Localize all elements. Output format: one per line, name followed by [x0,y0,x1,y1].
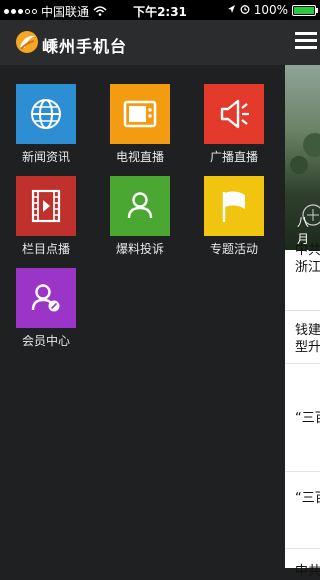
menu-label-vod: 栏目点播 [21,242,70,256]
news-item[interactable]: 钱建 型升 [295,322,320,356]
menu-item-report[interactable] [110,176,170,236]
globe-icon [16,84,76,144]
hamburger-menu-icon[interactable] [295,32,317,50]
menu-label-events: 专题活动 [209,242,258,256]
news-title-line: “三百 [295,411,320,426]
film-icon [16,176,76,236]
divider [285,363,320,364]
tv-icon [110,84,170,144]
app-header: 嵊州手机台 [0,20,285,65]
main-topbar [285,20,320,65]
battery-icon [292,4,318,16]
divider [285,471,320,472]
menu-label-member: 会员中心 [21,334,70,348]
menu-label-radio-live: 广播直播 [209,150,258,164]
news-item[interactable]: 中共 浙江 [295,242,320,276]
member-icon [16,268,76,328]
app-title: 嵊州手机台 [42,37,128,56]
alarm-icon [240,3,250,17]
news-title-line: 型升 [295,340,320,355]
app-logo-icon [16,31,38,53]
menu-item-vod[interactable] [16,176,76,236]
status-right: 100% [227,3,318,17]
news-item[interactable]: 中共 [295,563,320,580]
menu-item-news[interactable] [16,84,76,144]
divider [285,548,320,549]
divider [285,310,320,311]
location-arrow-icon [227,3,236,17]
speaker-icon [204,84,264,144]
menu-item-tv-live[interactable] [110,84,170,144]
menu-item-events[interactable] [204,176,264,236]
side-menu: 嵊州手机台 新闻资讯 电视直播 广播直播 栏目点播 爆料投诉 专题活动 会员中心 [0,20,285,568]
person-icon [110,176,170,236]
menu-item-radio-live[interactable] [204,84,264,144]
status-bar: 中国联通 下午2:31 100% [0,0,320,20]
menu-item-member[interactable] [16,268,76,328]
menu-label-news: 新闻资讯 [21,150,70,164]
news-title-line: 中共 [295,564,320,579]
news-title-line: “三百 [295,491,320,506]
news-item[interactable]: “三百 [295,490,320,507]
menu-label-report: 爆料投诉 [115,242,164,256]
menu-label-tv-live: 电视直播 [115,150,164,164]
news-title-line: 中共 [295,243,320,258]
news-item[interactable]: “三百 [295,410,320,427]
news-title-line: 钱建 [295,323,320,338]
news-title-line: 浙江 [295,260,320,275]
main-content-panel[interactable]: 八月 中共 浙江 钱建 型升 “三百 “三百 中共 [285,20,320,579]
battery-label: 100% [253,3,288,17]
flag-icon [204,176,264,236]
